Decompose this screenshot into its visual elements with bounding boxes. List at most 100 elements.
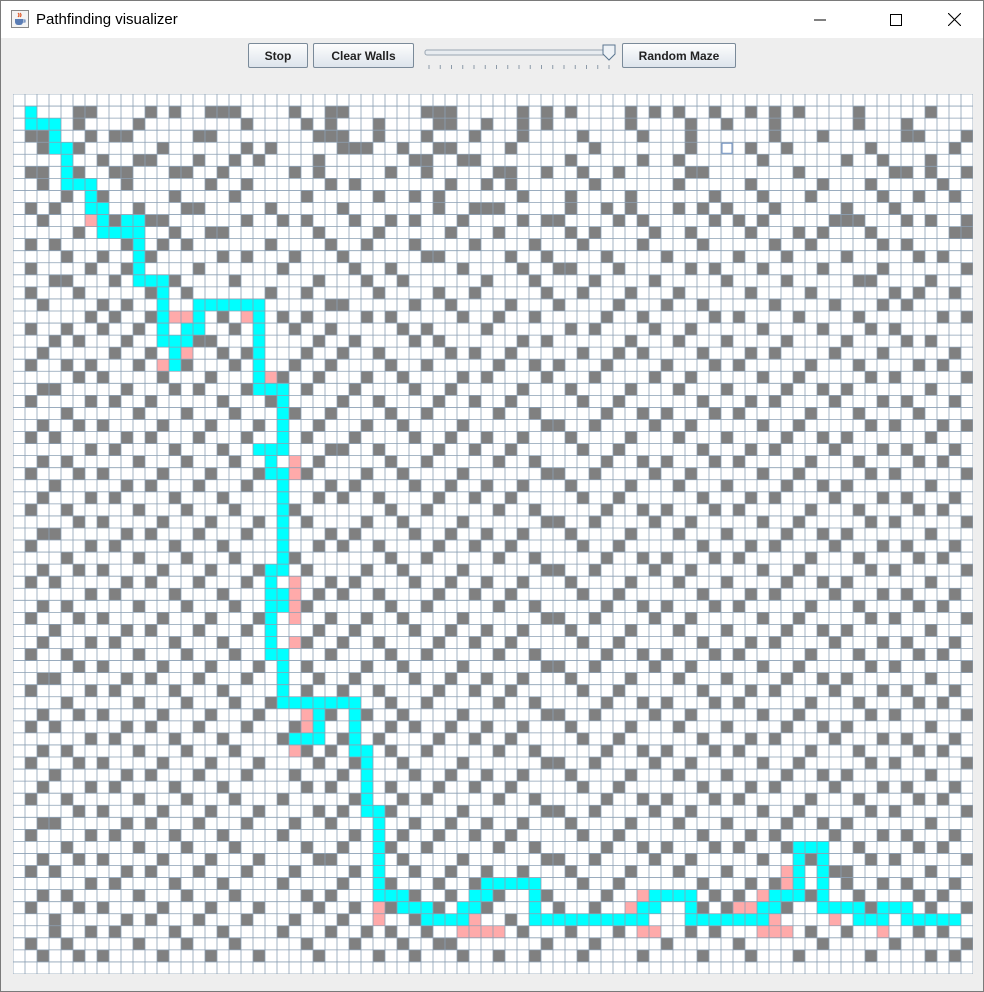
wall-cell bbox=[325, 238, 337, 251]
explored-cell bbox=[289, 744, 301, 758]
wall-cell bbox=[469, 347, 481, 360]
wall-cell bbox=[469, 684, 481, 697]
path-cell bbox=[349, 732, 361, 745]
wall-cell bbox=[97, 949, 109, 962]
wall-cell bbox=[97, 467, 109, 480]
path-cell bbox=[373, 865, 385, 878]
speed-slider[interactable] bbox=[423, 42, 619, 78]
wall-cell bbox=[421, 407, 433, 420]
wall-cell bbox=[673, 383, 685, 396]
stop-button[interactable]: Stop bbox=[248, 43, 308, 68]
wall-cell bbox=[949, 190, 961, 203]
wall-cell bbox=[745, 636, 757, 649]
wall-cell bbox=[289, 720, 301, 733]
wall-cell bbox=[589, 757, 601, 770]
wall-cell bbox=[157, 901, 169, 914]
wall-cell bbox=[37, 166, 49, 179]
wall-cell bbox=[457, 708, 469, 721]
wall-cell bbox=[949, 636, 961, 649]
wall-cell bbox=[913, 925, 925, 938]
wall-cell bbox=[133, 889, 145, 902]
path-cell bbox=[301, 696, 313, 709]
wall-cell bbox=[325, 744, 337, 758]
wall-cell bbox=[217, 395, 229, 408]
clear-walls-button[interactable]: Clear Walls bbox=[313, 43, 414, 68]
wall-cell bbox=[769, 636, 781, 649]
wall-cell bbox=[913, 793, 925, 806]
wall-cell bbox=[37, 672, 49, 685]
path-cell bbox=[265, 648, 277, 661]
path-cell bbox=[85, 190, 97, 203]
wall-cell bbox=[721, 720, 733, 733]
wall-cell bbox=[109, 684, 121, 697]
wall-cell bbox=[493, 793, 505, 806]
random-maze-button[interactable]: Random Maze bbox=[622, 43, 736, 68]
wall-cell bbox=[325, 648, 337, 661]
wall-cell bbox=[709, 841, 721, 854]
wall-cell bbox=[109, 877, 121, 890]
wall-cell bbox=[889, 853, 901, 866]
wall-cell bbox=[457, 262, 469, 275]
wall-cell bbox=[157, 805, 169, 818]
wall-cell bbox=[937, 600, 949, 613]
wall-cell bbox=[949, 491, 961, 504]
wall-cell bbox=[817, 672, 829, 685]
wall-cell bbox=[481, 202, 493, 215]
wall-cell bbox=[421, 250, 433, 263]
wall-cell bbox=[169, 190, 181, 203]
wall-cell bbox=[325, 708, 337, 721]
wall-cell bbox=[829, 588, 841, 601]
wall-cell bbox=[733, 250, 745, 263]
wall-cell bbox=[673, 865, 685, 878]
wall-cell bbox=[49, 720, 61, 733]
wall-cell bbox=[865, 853, 877, 866]
wall-cell bbox=[625, 624, 637, 637]
wall-cell bbox=[361, 612, 373, 625]
close-button[interactable] bbox=[931, 1, 977, 38]
path-cell bbox=[277, 672, 289, 685]
wall-cell bbox=[925, 817, 937, 830]
wall-cell bbox=[217, 732, 229, 745]
title-bar[interactable]: Pathfinding visualizer bbox=[1, 1, 983, 38]
wall-cell bbox=[457, 154, 469, 167]
wall-cell bbox=[517, 624, 529, 637]
wall-cell bbox=[469, 238, 481, 251]
wall-cell bbox=[145, 817, 157, 830]
wall-cell bbox=[313, 491, 325, 504]
wall-cell bbox=[277, 925, 289, 938]
path-cell bbox=[253, 335, 265, 348]
wall-cell bbox=[949, 395, 961, 408]
minimize-button[interactable] bbox=[797, 1, 843, 38]
wall-cell bbox=[109, 540, 121, 553]
wall-cell bbox=[853, 600, 865, 613]
wall-cell bbox=[553, 901, 565, 914]
wall-cell bbox=[37, 214, 49, 227]
grid-panel[interactable] bbox=[13, 94, 973, 974]
wall-cell bbox=[373, 443, 385, 456]
wall-cell bbox=[913, 359, 925, 372]
wall-cell bbox=[421, 359, 433, 372]
wall-cell bbox=[817, 178, 829, 191]
wall-cell bbox=[961, 901, 973, 914]
wall-cell bbox=[397, 323, 409, 336]
wall-cell bbox=[901, 335, 913, 348]
path-cell bbox=[769, 889, 781, 902]
wall-cell bbox=[817, 130, 829, 143]
wall-cell bbox=[301, 684, 313, 697]
path-cell bbox=[481, 889, 493, 902]
explored-cell bbox=[781, 865, 793, 878]
wall-cell bbox=[781, 142, 793, 155]
wall-cell bbox=[241, 817, 253, 830]
wall-cell bbox=[601, 744, 613, 758]
explored-cell bbox=[289, 467, 301, 480]
wall-cell bbox=[433, 901, 445, 914]
path-cell bbox=[361, 793, 373, 806]
grid-canvas[interactable] bbox=[13, 94, 973, 974]
maximize-button[interactable] bbox=[873, 1, 919, 38]
wall-cell bbox=[481, 817, 493, 830]
wall-cell bbox=[745, 286, 757, 299]
wall-cell bbox=[205, 853, 217, 866]
path-cell bbox=[157, 286, 169, 299]
wall-cell bbox=[745, 540, 757, 553]
wall-cell bbox=[769, 732, 781, 745]
